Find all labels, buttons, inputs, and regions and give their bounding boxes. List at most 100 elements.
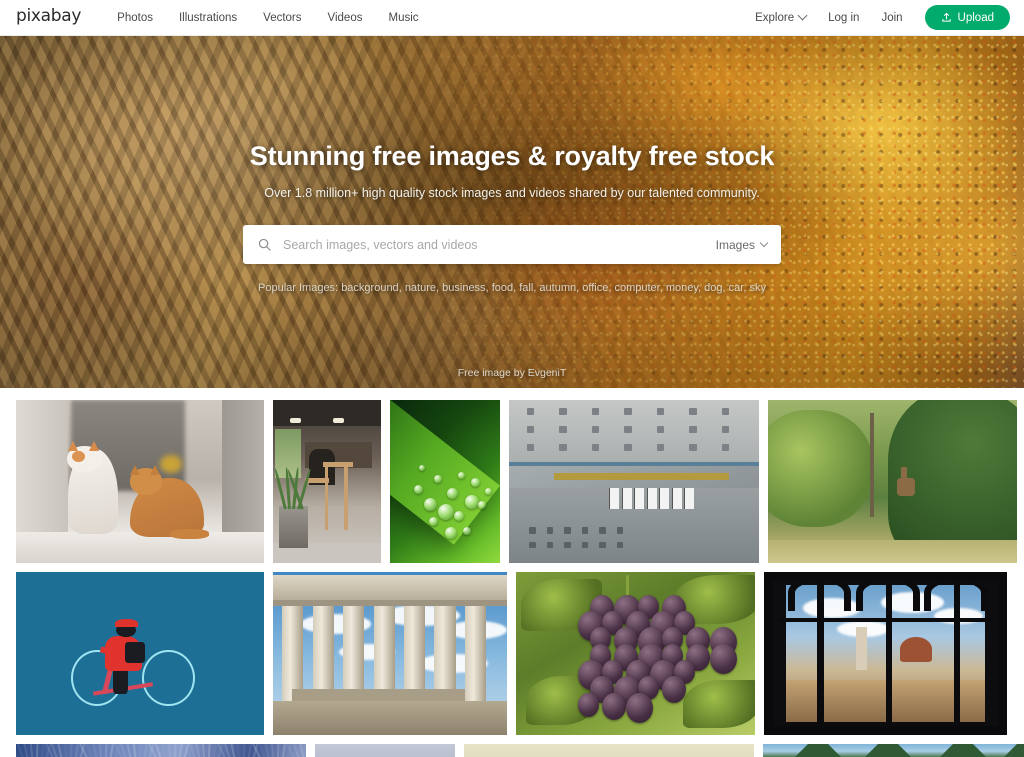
art-shape [624, 408, 632, 415]
art-shape [509, 461, 759, 466]
art-shape [559, 444, 567, 451]
art-shape [68, 440, 79, 451]
art-shape [434, 606, 456, 701]
popular-tag-money[interactable]: money [666, 282, 698, 294]
art-shape [210, 744, 218, 757]
art-shape [554, 473, 729, 480]
popular-tag-nature[interactable]: nature [405, 282, 436, 294]
art-shape [659, 488, 669, 510]
art-shape [176, 744, 184, 757]
art-shape [104, 744, 108, 757]
art-shape [16, 400, 69, 534]
art-shape [142, 649, 195, 706]
gallery-tile-flat-illustration-cyclist[interactable] [16, 572, 264, 735]
upload-button[interactable]: Upload [924, 5, 1010, 30]
art-shape [526, 444, 534, 451]
search-input[interactable] [272, 237, 706, 252]
nav-item-music[interactable]: Music [388, 12, 418, 24]
art-shape [132, 744, 138, 757]
art-shape [424, 497, 438, 511]
art-shape [343, 606, 365, 701]
art-shape [616, 541, 623, 549]
explore-menu[interactable]: Explore [755, 10, 808, 24]
art-shape [138, 744, 142, 757]
art-shape [564, 527, 571, 534]
art-shape [764, 572, 1007, 735]
gallery-tile-deer-among-green-trees[interactable] [768, 400, 1017, 563]
gallery-tile-pale-grey-minimal[interactable] [315, 744, 455, 757]
art-shape [929, 744, 998, 757]
art-shape [324, 461, 329, 531]
art-shape [16, 532, 264, 563]
art-shape [141, 744, 149, 757]
art-shape [458, 471, 466, 479]
popular-tag-food[interactable]: food [492, 282, 513, 294]
gallery-tile-cream-background[interactable] [464, 744, 754, 757]
search-type-label: Images [715, 237, 755, 252]
art-shape [478, 501, 486, 510]
art-shape [529, 541, 536, 549]
art-shape [35, 744, 39, 757]
art-shape [656, 426, 664, 433]
gallery-tile-dark-grapes-on-vine[interactable] [516, 572, 755, 735]
pixabay-logo[interactable]: pixabay [16, 8, 81, 25]
nav-item-videos[interactable]: Videos [328, 12, 363, 24]
art-shape [993, 744, 1024, 757]
search-bar[interactable]: Images [243, 225, 781, 265]
art-shape [149, 464, 160, 475]
gallery-tile-aerial-view-of-industrial-park[interactable] [509, 400, 759, 563]
art-shape [279, 744, 287, 757]
hero-image-credit: Free image by EvgeniT [0, 367, 1024, 379]
gallery-tile-gothic-window-over-florence[interactable] [764, 572, 1007, 735]
nav-item-photos[interactable]: Photos [117, 12, 153, 24]
art-shape [768, 409, 873, 528]
popular-tag-sky[interactable]: sky [749, 282, 766, 294]
popular-tag-office[interactable]: office [582, 282, 608, 294]
popular-tag-dog[interactable]: dog [704, 282, 722, 294]
popular-tag-computer[interactable]: computer [614, 282, 659, 294]
art-shape [89, 440, 100, 451]
art-shape [207, 744, 211, 757]
art-shape [624, 444, 632, 451]
art-shape [373, 606, 395, 701]
art-shape [38, 744, 46, 757]
art-shape [418, 465, 425, 472]
art-shape [221, 400, 264, 541]
art-shape [709, 643, 737, 674]
login-link[interactable]: Log in [828, 12, 859, 24]
art-shape [428, 517, 438, 527]
credit-author-link[interactable]: EvgeniT [528, 367, 567, 379]
credit-prefix: Free image by [457, 367, 525, 379]
popular-tag-list: background, nature, business, food, fall… [341, 282, 766, 295]
art-shape [434, 474, 442, 483]
gallery-tile-dew-drops-on-green-leaf[interactable] [390, 400, 500, 563]
nav-item-vectors[interactable]: Vectors [263, 12, 301, 24]
gallery-tile-blue-feather-texture[interactable] [16, 744, 306, 757]
popular-tag-fall[interactable]: fall [519, 282, 533, 294]
art-shape [125, 642, 145, 664]
popular-tag-car[interactable]: car [729, 282, 744, 294]
popular-tag-background[interactable]: background [341, 282, 399, 294]
gallery-tile-greek-temple-columns[interactable] [273, 572, 507, 735]
search-type-selector[interactable]: Images [706, 237, 769, 252]
site-header: pixabay Photos Illustrations Vectors Vid… [0, 0, 1024, 36]
join-link[interactable]: Join [881, 12, 902, 24]
upload-icon [941, 12, 951, 22]
popular-tag-autumn[interactable]: autumn [539, 282, 576, 294]
chevron-down-icon [797, 10, 808, 21]
art-shape [625, 692, 653, 723]
art-shape [591, 444, 599, 451]
art-shape [591, 408, 599, 415]
gallery-tile-green-fjord-landscape[interactable] [763, 744, 1024, 757]
art-shape [656, 444, 664, 451]
gallery-tile-two-cats-on-ledge[interactable] [16, 400, 264, 563]
art-shape [671, 488, 682, 510]
art-shape [784, 744, 853, 757]
art-shape [279, 505, 308, 549]
art-shape [484, 488, 492, 496]
art-shape [453, 510, 464, 521]
gallery-row [16, 400, 1017, 563]
nav-item-illustrations[interactable]: Illustrations [179, 12, 237, 24]
popular-tag-business[interactable]: business [442, 282, 485, 294]
gallery-tile-cafe-interior-with-plant[interactable] [273, 400, 381, 563]
